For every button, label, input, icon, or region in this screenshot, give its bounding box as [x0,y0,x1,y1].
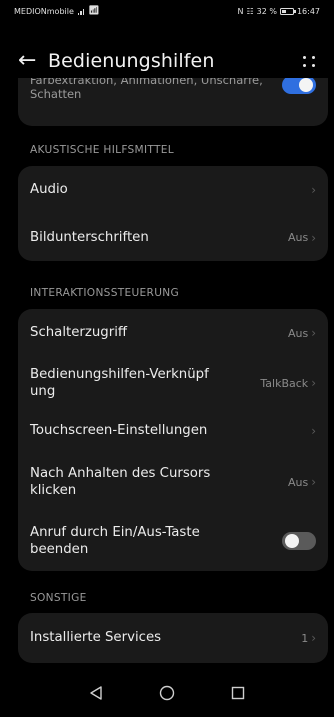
section-other-label: SONSTIGE [30,592,87,604]
battery-icon [279,7,296,15]
visual-effects-desc-line1: Farbextraktion, Animationen, Unschärfe, [30,78,263,87]
chevron-right-icon: › [311,230,316,245]
system-nav-bar [0,669,334,717]
visual-effects-row[interactable]: Farbextraktion, Animationen, Unschärfe, … [18,78,328,126]
carrier-label: MEDIONmobile [14,6,74,16]
power-ends-call-line1: Anruf durch Ein/Aus-Taste [30,524,200,540]
more-options-icon[interactable] [303,55,316,67]
nav-home-icon[interactable] [159,685,175,701]
captions-row[interactable]: Bildunterschriften Aus › [18,214,328,261]
signal-icon [77,8,85,15]
chevron-right-icon: › [311,376,316,390]
nav-recents-icon[interactable] [231,686,245,700]
chevron-right-icon: › [311,183,316,197]
nfc-icon: N [237,6,244,16]
nav-back-icon[interactable] [89,685,103,701]
switch-access-row[interactable]: Schalterzugriff Aus › [18,309,328,357]
other-card: Installierte Services 1 › [18,613,328,663]
visual-effects-toggle[interactable] [282,78,316,94]
wifi-icon: 📶︎ [88,6,100,16]
audio-row[interactable]: Audio › [18,166,328,214]
battery-percent: 32 % [256,6,277,16]
dwell-click-row[interactable]: Nach Anhalten des Cursors klicken Aus › [18,453,328,511]
power-ends-call-line2: beenden [30,542,89,557]
power-ends-call-toggle[interactable] [282,532,316,550]
switch-access-value: Aus [287,326,309,340]
shortcut-value: TalkBack [260,376,309,390]
chevron-right-icon: › [311,326,316,340]
power-ends-call-row[interactable]: Anruf durch Ein/Aus-Taste beenden [18,511,328,571]
visual-effects-card: Farbextraktion, Animationen, Unschärfe, … [18,78,328,126]
installed-services-row[interactable]: Installierte Services 1 › [18,613,328,663]
audio-label: Audio [30,182,68,198]
accessibility-shortcut-row[interactable]: Bedienungshilfen-Verknüpf ung TalkBack › [18,357,328,409]
dwell-label-line2: klicken [30,483,77,498]
touchscreen-label: Touchscreen-Einstellungen [30,423,208,439]
installed-services-value: 1 [301,631,309,645]
status-bar: MEDIONmobile 📶︎ N ☷ 32 % 16:47 [0,0,334,22]
back-arrow-icon[interactable]: ← [18,50,48,72]
interaction-card: Schalterzugriff Aus › Bedienungshilfen-Ve… [18,309,328,571]
chevron-right-icon: › [311,424,316,438]
touchscreen-row[interactable]: Touchscreen-Einstellungen › [18,409,328,453]
dwell-value: Aus [287,475,309,489]
chevron-right-icon: › [311,631,316,645]
app-header: ← Bedienungshilfen [0,44,334,78]
section-audio-label: AKUSTISCHE HILFSMITTEL [30,144,174,156]
captions-value: Aus [287,231,309,244]
chevron-right-icon: › [311,475,316,489]
page-title: Bedienungshilfen [48,50,215,72]
clock: 16:47 [296,6,320,16]
section-interaction-label: INTERAKTIONSSTEUERUNG [30,287,179,299]
installed-services-label: Installierte Services [30,630,162,646]
shortcut-label-line2: ung [30,384,56,399]
dwell-label-line1: Nach Anhalten des Cursors [30,465,211,481]
vibrate-icon: ☷ [246,6,254,16]
shortcut-label-line1: Bedienungshilfen-Verknüpf [30,366,209,382]
visual-effects-desc-line2: Schatten [30,87,82,102]
captions-label: Bildunterschriften [30,229,149,245]
audio-card: Audio › Bildunterschriften Aus › [18,166,328,261]
switch-access-label: Schalterzugriff [30,325,128,341]
